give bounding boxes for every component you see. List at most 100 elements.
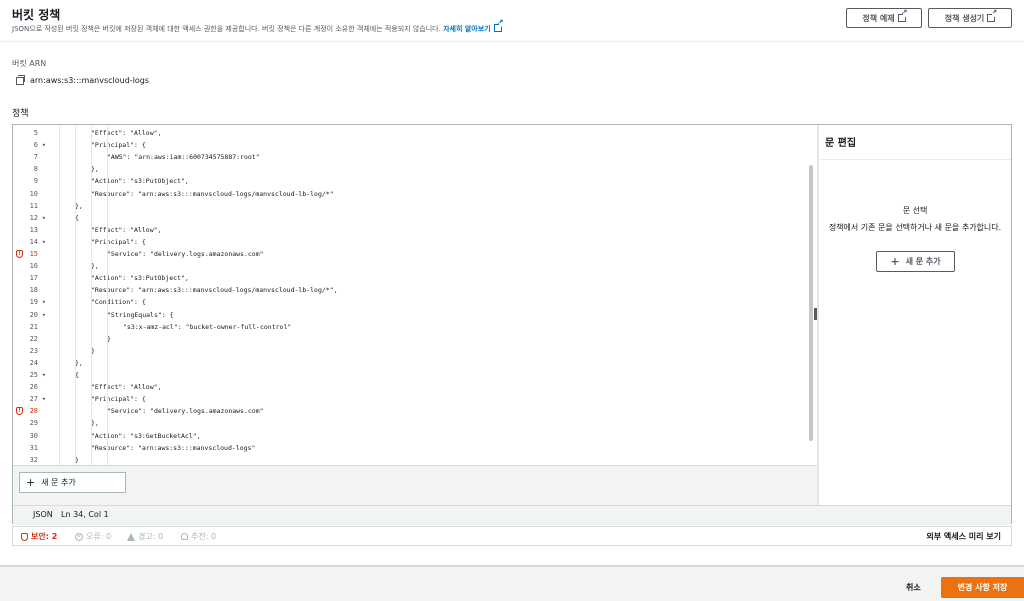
edit-statement-panel: 문 편집 문 선택 정책에서 기존 문을 선택하거나 새 문을 추가합니다. +… (819, 125, 1011, 503)
plus-icon: + (26, 475, 36, 489)
line-number: 8 (33, 165, 38, 174)
policy-examples-label: 정책 예제 (862, 13, 895, 23)
line-number: 5 (33, 129, 38, 137)
security-issues-tab[interactable]: 보안: 2 (21, 531, 57, 542)
line-number: 24 (29, 358, 38, 367)
line-number: 7 (33, 153, 38, 162)
page-description: JSON으로 작성된 버킷 정책은 버킷에 저장된 객체에 대한 액세스 권한을… (12, 19, 504, 34)
code-line: "Action": "s3:PutObject", (91, 274, 189, 283)
shield-icon (21, 532, 28, 541)
side-add-statement-button[interactable]: + 새 문 추가 (876, 251, 955, 272)
learn-more-link[interactable]: 자세히 알아보기 (443, 19, 504, 33)
line-number[interactable]: 20 (13, 309, 49, 321)
cancel-button[interactable]: 취소 (906, 582, 921, 593)
code-line: }, (91, 262, 99, 271)
line-number: 30 (29, 431, 38, 440)
line-number: 9 (33, 177, 38, 186)
suggestions-count: 추천: 0 (191, 532, 217, 541)
policy-examples-button[interactable]: 정책 예제 (846, 8, 922, 28)
code-area[interactable]: "Effect": "Allow", "Principal": { "AWS": "… (49, 125, 809, 465)
security-warning-icon[interactable]: ! (16, 250, 23, 258)
policy-label: 정책 (12, 109, 29, 119)
external-link-icon (493, 19, 504, 32)
editor-scrollbar[interactable] (809, 165, 813, 441)
external-link-icon (987, 9, 997, 22)
panel-header: 버킷 정책 JSON으로 작성된 버킷 정책은 버킷에 저장된 객체에 대한 액… (0, 0, 1024, 42)
add-statement-label: 새 문 추가 (41, 478, 76, 487)
code-line: "Effect": "Allow", (91, 383, 162, 392)
bucket-arn-value: arn:aws:s3:::manvscloud-logs (30, 76, 150, 85)
code-line: "Service": "delivery.logs.amazonaws.com" (107, 407, 264, 416)
policy-editor: 56789101112131415!1617181920212223242526… (12, 124, 1012, 525)
line-number: 13 (29, 225, 38, 234)
indent-guide (75, 125, 76, 465)
bucket-arn-label: 버킷 ARN (12, 59, 47, 68)
page-title: 버킷 정책 (12, 8, 61, 22)
indent-guide (91, 125, 92, 465)
save-changes-button[interactable]: 변경 사항 저장 (941, 577, 1024, 598)
warning-icon (127, 532, 135, 541)
errors-tab[interactable]: × 오류: 0 (75, 531, 111, 542)
policy-generator-label: 정책 생성기 (944, 13, 985, 23)
code-line: "Principal": { (91, 141, 146, 150)
code-line: "Effect": "Allow", (91, 225, 162, 234)
line-number: 16 (29, 262, 38, 271)
code-line: }, (91, 419, 99, 428)
warnings-count: 경고: 0 (138, 532, 164, 541)
line-number[interactable]: 27 (13, 393, 49, 405)
line-number[interactable]: 14 (13, 236, 49, 248)
line-number: 23 (29, 346, 38, 355)
code-line: "StringEquals": { (107, 310, 174, 319)
editor-status-bar: JSON Ln 34, Col 1 (13, 505, 1011, 525)
add-statement-button[interactable]: + 새 문 추가 (19, 472, 126, 493)
line-number[interactable]: 25 (13, 369, 49, 381)
line-number[interactable]: 19 (13, 296, 49, 308)
policy-generator-button[interactable]: 정책 생성기 (928, 8, 1012, 28)
line-number: 31 (29, 443, 38, 452)
status-cursor-position: Ln 34, Col 1 (61, 510, 109, 519)
code-line: "Condition": { (91, 298, 146, 307)
resize-handle[interactable] (814, 308, 817, 320)
side-divider (819, 159, 1011, 160)
code-line: "Action": "s3:PutObject", (91, 177, 189, 186)
plus-icon: + (890, 254, 900, 268)
bucket-policy-panel: 버킷 정책 JSON으로 작성된 버킷 정책은 버킷에 저장된 객체에 대한 액… (0, 0, 1024, 565)
code-line: "AWS": "arn:aws:iam::600734575887:root" (107, 153, 260, 162)
line-number[interactable]: 12 (13, 212, 49, 224)
line-number[interactable]: 6 (13, 139, 49, 151)
line-number: 29 (29, 419, 38, 428)
status-language: JSON (33, 510, 53, 519)
code-line: }, (75, 358, 83, 367)
code-line: "Resource": "arn:aws:s3:::manvscloud-log… (91, 443, 256, 452)
error-icon: × (75, 532, 83, 541)
warnings-tab[interactable]: 경고: 0 (127, 531, 163, 542)
copy-icon[interactable] (16, 74, 25, 85)
line-number: 10 (29, 189, 38, 198)
code-line: "Service": "delivery.logs.amazonaws.com" (107, 250, 264, 258)
line-number: 11 (29, 201, 38, 210)
footer-divider (0, 565, 1024, 567)
select-statement-title: 문 선택 (902, 206, 928, 215)
lightbulb-icon (181, 533, 188, 540)
line-number: 26 (29, 383, 38, 392)
code-line: "Principal": { (91, 395, 146, 404)
preview-external-access-button[interactable]: 외부 액세스 미리 보기 (926, 531, 1001, 542)
suggestions-tab[interactable]: 추천: 0 (181, 531, 216, 542)
edit-statement-title: 문 편집 (825, 138, 857, 149)
select-statement-description: 정책에서 기존 문을 선택하거나 새 문을 추가합니다. (828, 223, 1002, 232)
security-count: 보안: 2 (31, 532, 58, 541)
issues-bar: 보안: 2 × 오류: 0 경고: 0 추천: 0 외부 액세스 미리 보기 (12, 526, 1012, 546)
external-link-icon (897, 9, 908, 22)
code-line: }, (91, 165, 99, 174)
description-text: JSON으로 작성된 버킷 정책은 버킷에 저장된 객체에 대한 액세스 권한을… (12, 25, 441, 33)
line-number: 21 (29, 322, 38, 331)
code-line: "Resource": "arn:aws:s3:::manvscloud-log… (91, 189, 334, 198)
indent-guide (59, 125, 60, 465)
code-line: }, (75, 201, 83, 210)
code-line: "s3:x-amz-acl": "bucket-owner-full-contr… (123, 322, 292, 331)
line-number: 17 (29, 274, 38, 283)
code-line: "Principal": { (91, 237, 146, 246)
code-line: "Effect": "Allow", (91, 129, 162, 137)
add-statement-bar: + 새 문 추가 (13, 465, 817, 505)
bucket-arn-row: arn:aws:s3:::manvscloud-logs (16, 74, 150, 85)
